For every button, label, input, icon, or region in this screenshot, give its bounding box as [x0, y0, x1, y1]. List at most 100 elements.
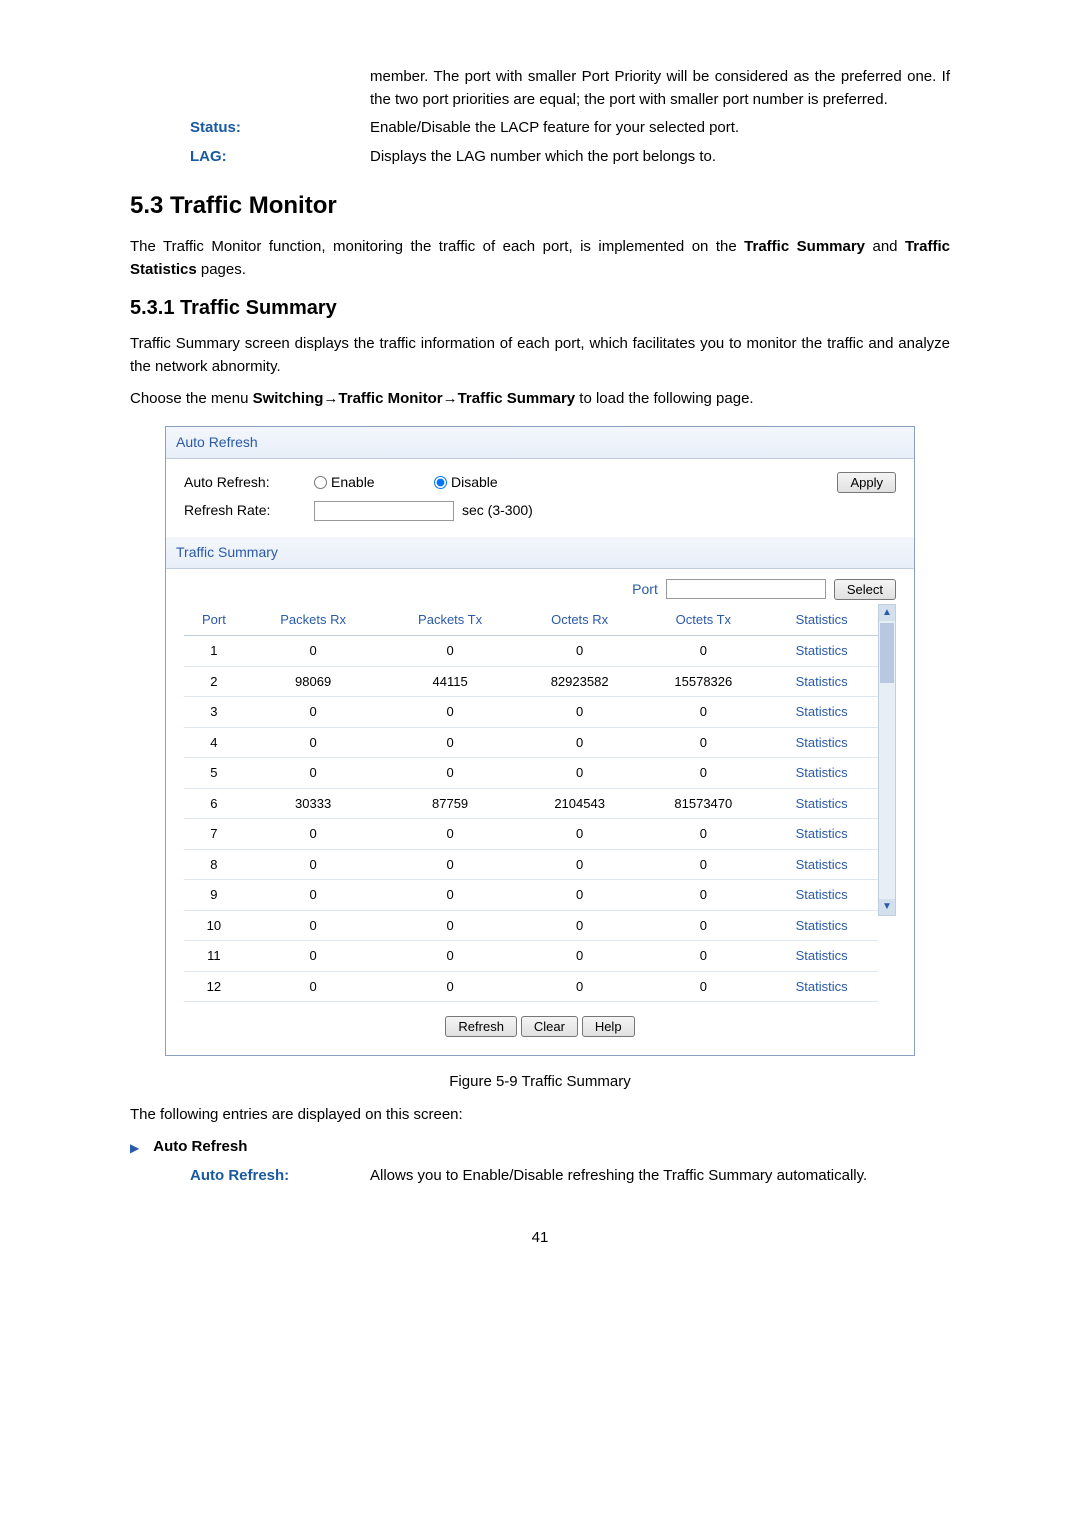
cell-port: 10: [184, 910, 244, 941]
cell-statistics: Statistics: [765, 941, 878, 972]
cell-statistics: Statistics: [765, 636, 878, 667]
port-label: Port: [632, 579, 658, 600]
cell-prx: 0: [244, 727, 383, 758]
traffic-summary-panel-title: Traffic Summary: [166, 537, 914, 569]
cell-orx: 0: [518, 971, 642, 1002]
cell-port: 7: [184, 819, 244, 850]
statistics-link[interactable]: Statistics: [796, 735, 848, 750]
scroll-thumb[interactable]: [880, 623, 894, 683]
th-octets-rx: Octets Rx: [518, 604, 642, 636]
intro-part-c: and: [865, 238, 905, 255]
cell-prx: 0: [244, 697, 383, 728]
clear-button[interactable]: Clear: [521, 1016, 578, 1037]
statistics-link[interactable]: Statistics: [796, 796, 848, 811]
cell-port: 11: [184, 941, 244, 972]
disable-radio-input[interactable]: [434, 476, 447, 489]
lag-text: Displays the LAG number which the port b…: [370, 146, 950, 169]
statistics-link[interactable]: Statistics: [796, 704, 848, 719]
statistics-link[interactable]: Statistics: [796, 979, 848, 994]
cell-ptx: 0: [382, 697, 517, 728]
th-packets-tx: Packets Tx: [382, 604, 517, 636]
cell-otx: 81573470: [641, 788, 765, 819]
th-packets-rx: Packets Rx: [244, 604, 383, 636]
cell-otx: 0: [641, 727, 765, 758]
cell-otx: 0: [641, 819, 765, 850]
statistics-link[interactable]: Statistics: [796, 826, 848, 841]
figure-caption: Figure 5-9 Traffic Summary: [130, 1071, 950, 1094]
enable-radio-text: Enable: [331, 472, 375, 493]
intro-bold-1: Traffic Summary: [744, 238, 865, 255]
statistics-link[interactable]: Statistics: [796, 857, 848, 872]
section-5-3-1-heading: 5.3.1 Traffic Summary: [130, 293, 950, 323]
table-row: 63033387759210454381573470Statistics: [184, 788, 878, 819]
scroll-down-icon[interactable]: ▼: [879, 899, 895, 915]
refresh-rate-input[interactable]: [314, 501, 454, 521]
table-row: 110000Statistics: [184, 941, 878, 972]
cell-otx: 15578326: [641, 666, 765, 697]
intro-continuation: member. The port with smaller Port Prior…: [190, 66, 950, 168]
cell-statistics: Statistics: [765, 880, 878, 911]
cell-orx: 2104543: [518, 788, 642, 819]
scroll-up-icon[interactable]: ▲: [879, 605, 895, 621]
p2-c: to load the following page.: [575, 390, 753, 407]
cell-prx: 98069: [244, 666, 383, 697]
cell-otx: 0: [641, 971, 765, 1002]
statistics-link[interactable]: Statistics: [796, 948, 848, 963]
apply-button[interactable]: Apply: [837, 472, 896, 493]
cell-ptx: 0: [382, 941, 517, 972]
cell-port: 6: [184, 788, 244, 819]
cell-statistics: Statistics: [765, 697, 878, 728]
table-row: 50000Statistics: [184, 758, 878, 789]
statistics-link[interactable]: Statistics: [796, 887, 848, 902]
cell-orx: 0: [518, 880, 642, 911]
cell-orx: 0: [518, 697, 642, 728]
cell-otx: 0: [641, 910, 765, 941]
p2-a: Choose the menu: [130, 390, 253, 407]
table-row: 100000Statistics: [184, 910, 878, 941]
status-label: Status:: [190, 117, 370, 140]
disable-radio-text: Disable: [451, 472, 498, 493]
cell-ptx: 0: [382, 910, 517, 941]
table-scrollbar[interactable]: ▲ ▼: [878, 604, 896, 916]
cell-ptx: 0: [382, 819, 517, 850]
auto-refresh-def-label: Auto Refresh:: [190, 1165, 370, 1188]
status-text: Enable/Disable the LACP feature for your…: [370, 117, 950, 140]
auto-refresh-def-text: Allows you to Enable/Disable refreshing …: [370, 1165, 950, 1188]
th-port: Port: [184, 604, 244, 636]
help-button[interactable]: Help: [582, 1016, 635, 1037]
table-row: 120000Statistics: [184, 971, 878, 1002]
section-5-3-intro: The Traffic Monitor function, monitoring…: [130, 236, 950, 281]
cell-port: 12: [184, 971, 244, 1002]
cell-prx: 0: [244, 880, 383, 911]
statistics-link[interactable]: Statistics: [796, 765, 848, 780]
cell-statistics: Statistics: [765, 849, 878, 880]
port-input[interactable]: [666, 579, 826, 599]
intro-part-e: pages.: [197, 261, 246, 278]
bullet-icon: ▶: [130, 1139, 139, 1157]
enable-radio-input[interactable]: [314, 476, 327, 489]
cell-orx: 0: [518, 727, 642, 758]
section-5-3-heading: 5.3 Traffic Monitor: [130, 188, 950, 224]
cell-port: 1: [184, 636, 244, 667]
refresh-button[interactable]: Refresh: [445, 1016, 517, 1037]
cell-ptx: 0: [382, 636, 517, 667]
cell-statistics: Statistics: [765, 971, 878, 1002]
select-button[interactable]: Select: [834, 579, 896, 600]
table-row: 298069441158292358215578326Statistics: [184, 666, 878, 697]
refresh-rate-suffix: sec (3-300): [462, 500, 533, 521]
cell-orx: 0: [518, 849, 642, 880]
auto-refresh-label: Auto Refresh:: [184, 472, 314, 493]
cell-port: 8: [184, 849, 244, 880]
statistics-link[interactable]: Statistics: [796, 918, 848, 933]
cell-statistics: Statistics: [765, 819, 878, 850]
cell-otx: 0: [641, 697, 765, 728]
traffic-summary-screenshot: Auto Refresh Auto Refresh: Enable Disabl…: [165, 426, 915, 1057]
enable-radio[interactable]: Enable: [314, 472, 434, 493]
statistics-link[interactable]: Statistics: [796, 643, 848, 658]
cell-ptx: 0: [382, 727, 517, 758]
statistics-link[interactable]: Statistics: [796, 674, 848, 689]
refresh-rate-label: Refresh Rate:: [184, 500, 314, 521]
disable-radio[interactable]: Disable: [434, 472, 554, 493]
table-row: 70000Statistics: [184, 819, 878, 850]
table-body: 10000Statistics2980694411582923582155783…: [184, 636, 878, 1002]
